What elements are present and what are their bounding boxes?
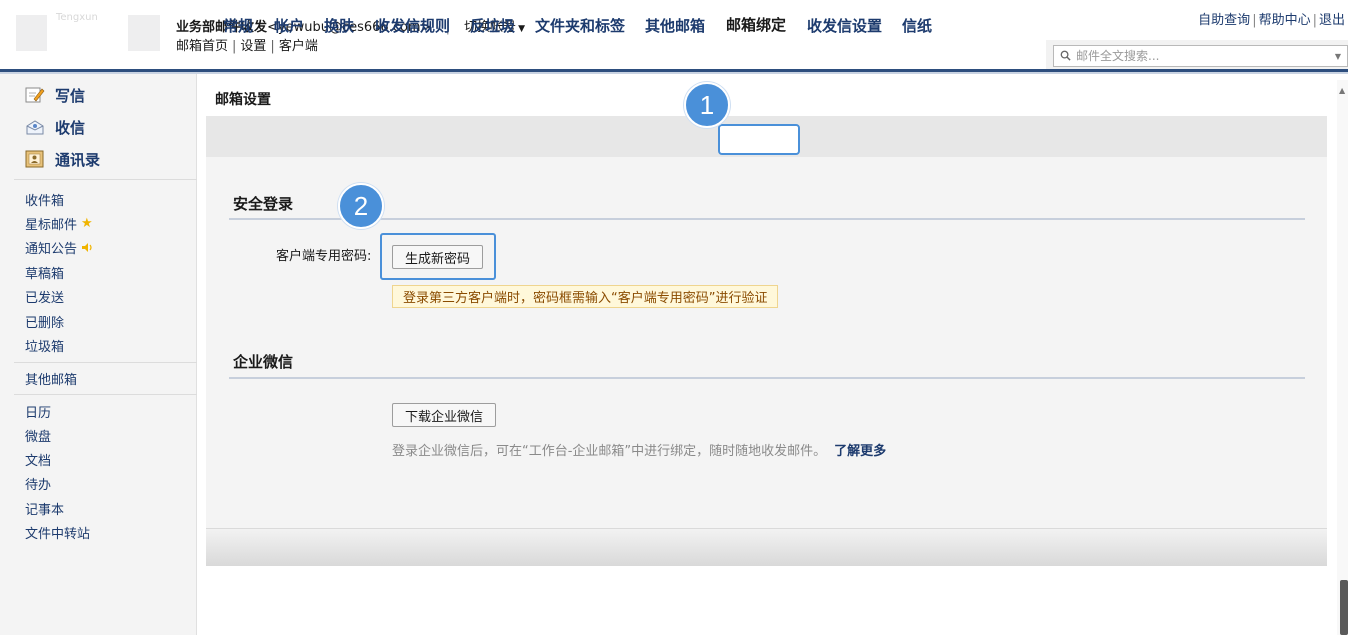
divider: | [1312, 13, 1317, 28]
scroll-up-icon[interactable]: ▲ [1339, 86, 1345, 95]
sidebar-item-label: 草稿箱 [25, 267, 65, 282]
tab-account[interactable]: 帐户 [274, 15, 304, 36]
tab-anti-spam[interactable]: 反垃圾 [470, 15, 515, 36]
search-input[interactable] [1076, 47, 1326, 65]
sidebar-item-label: 待办 [25, 478, 52, 493]
search-box[interactable]: ▼ [1053, 45, 1348, 67]
wechat-work-title: 企业微信 [233, 353, 294, 371]
step-badge-1: 1 [684, 82, 730, 128]
security-login-title: 安全登录 [233, 195, 294, 213]
client-link[interactable]: 客户端 [279, 39, 318, 54]
sidebar-item-notices[interactable]: 通知公告 [25, 238, 93, 257]
sidebar-item-label: 已发送 [25, 291, 65, 306]
sidebar-item-spam[interactable]: 垃圾箱 [25, 336, 64, 355]
sidebar-item-other-mailbox[interactable]: 其他邮箱 [25, 369, 77, 388]
divider: | [232, 39, 237, 54]
tab-mailbox-binding[interactable]: 邮箱绑定 [726, 14, 786, 35]
sidebar-item-deleted[interactable]: 已删除 [25, 312, 64, 331]
header-links: 邮箱首页 | 设置 | 客户端 [176, 35, 318, 54]
sidebar-item-sent[interactable]: 已发送 [25, 287, 64, 306]
divider: | [1252, 13, 1257, 28]
tab-other-mailbox[interactable]: 其他邮箱 [645, 15, 705, 36]
divider: | [270, 39, 275, 54]
learn-more-link[interactable]: 了解更多 [834, 444, 886, 459]
sidebar-item-label: 文档 [25, 454, 52, 469]
sidebar-item-label: 已删除 [25, 316, 65, 331]
section-divider [229, 377, 1305, 379]
section-divider [229, 218, 1305, 220]
sidebar-item-label: 文件中转站 [25, 527, 91, 542]
logo-text: Tengxun [56, 12, 98, 23]
search-icon [1060, 50, 1071, 61]
sidebar-item-todo[interactable]: 待办 [25, 474, 51, 493]
logo-placeholder-left [16, 15, 47, 51]
top-right-links: 自助查询 | 帮助中心 | 退出 [1198, 9, 1345, 28]
compose-label: 写信 [55, 86, 86, 105]
client-password-label: 客户端专用密码: [276, 249, 372, 264]
tab-general[interactable]: 常规 [223, 15, 253, 36]
mailbox-home-link[interactable]: 邮箱首页 [176, 39, 228, 54]
sidebar-divider [14, 179, 197, 180]
client-password-tip: 登录第三方客户端时，密码框需输入“客户端专用密码”进行验证 [392, 285, 779, 308]
sidebar-item-starred[interactable]: 星标邮件 ★ [25, 214, 93, 233]
generate-password-button[interactable]: 生成新密码 [392, 245, 484, 269]
sidebar-item-inbox[interactable]: 收件箱 [25, 190, 64, 209]
tab-stationery[interactable]: 信纸 [902, 15, 932, 36]
receive-button[interactable]: 收信 [25, 116, 85, 138]
sidebar-item-calendar[interactable]: 日历 [25, 402, 51, 421]
sidebar-divider [14, 362, 197, 363]
scrollbar[interactable] [1337, 80, 1348, 635]
help-center-link[interactable]: 帮助中心 [1259, 13, 1311, 28]
contacts-label: 通讯录 [55, 150, 101, 169]
sidebar-item-label: 其他邮箱 [25, 373, 78, 388]
step-badge-2: 2 [338, 183, 384, 229]
top-header: Tengxun 业务部邮件收发<yewubu@ces666.com> | 切换帐… [0, 0, 1348, 74]
compose-button[interactable]: 写信 [25, 84, 85, 106]
sidebar-item-drive[interactable]: 微盘 [25, 426, 51, 445]
sidebar-item-docs[interactable]: 文档 [25, 450, 51, 469]
active-tab-highlight [718, 124, 800, 155]
logout-link[interactable]: 退出 [1319, 13, 1345, 28]
download-wechat-work-button[interactable]: 下载企业微信 [392, 403, 497, 427]
contacts-button[interactable]: 通讯录 [25, 148, 100, 170]
sidebar-item-label: 微盘 [25, 430, 52, 445]
logo-placeholder-right [128, 15, 160, 51]
content-footer-bar [206, 528, 1327, 566]
sidebar-item-label: 垃圾箱 [25, 340, 65, 355]
wechat-work-description-text: 登录企业微信后，可在“工作台-企业邮箱”中进行绑定，随时随地收发邮件。 [392, 444, 827, 459]
scrollbar-thumb[interactable] [1340, 580, 1348, 635]
tab-send-receive-settings[interactable]: 收发信设置 [807, 15, 882, 36]
page-title: 邮箱设置 [215, 92, 271, 108]
search-options-icon[interactable]: ▼ [1335, 52, 1341, 61]
sidebar-item-label: 记事本 [25, 503, 65, 518]
sidebar-item-label: 星标邮件 [25, 218, 78, 233]
caret-down-icon: ▼ [518, 24, 526, 34]
self-service-link[interactable]: 自助查询 [1198, 13, 1250, 28]
tab-skin[interactable]: 换肤 [324, 15, 354, 36]
sidebar-item-label: 通知公告 [25, 242, 78, 257]
speaker-icon [82, 243, 92, 252]
contacts-icon [25, 150, 44, 168]
account-name: 业务部邮件收发 [176, 20, 268, 35]
sidebar-item-label: 收件箱 [25, 194, 65, 209]
sidebar-item-file-transfer[interactable]: 文件中转站 [25, 523, 90, 542]
sidebar-divider [14, 394, 197, 395]
compose-icon [25, 87, 45, 103]
sidebar-item-notes[interactable]: 记事本 [25, 499, 64, 518]
tab-folders-labels[interactable]: 文件夹和标签 [535, 15, 625, 36]
sidebar-item-label: 日历 [25, 406, 52, 421]
settings-link[interactable]: 设置 [240, 39, 266, 54]
receive-label: 收信 [55, 118, 86, 137]
header-divider-shadow [0, 72, 1348, 74]
wechat-work-description: 登录企业微信后，可在“工作台-企业邮箱”中进行绑定，随时随地收发邮件。 了解更多 [392, 440, 886, 459]
star-icon: ★ [81, 216, 93, 231]
inbox-icon [26, 120, 44, 135]
sidebar-item-drafts[interactable]: 草稿箱 [25, 263, 64, 282]
tab-mail-rules[interactable]: 收发信规则 [375, 15, 450, 36]
